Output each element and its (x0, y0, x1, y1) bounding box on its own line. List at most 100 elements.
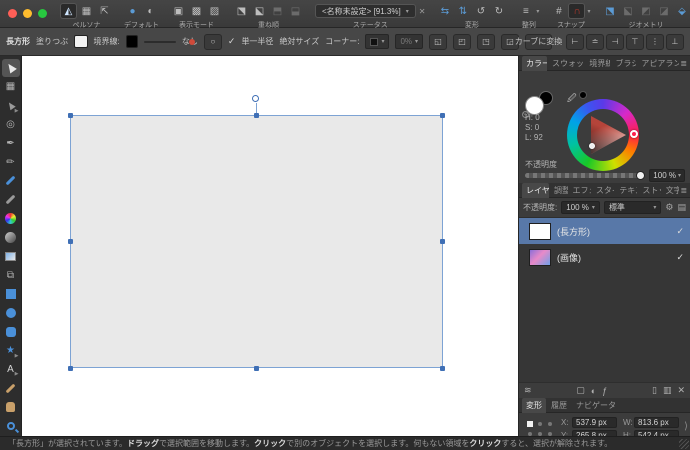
star-tool[interactable]: ★ ▶ (2, 342, 20, 360)
corner-type-dropdown[interactable]: ▾ (365, 34, 390, 49)
rotation-handle[interactable] (252, 95, 259, 102)
vector-crop-tool[interactable]: ⧉ (2, 266, 20, 284)
rotate-ccw-icon[interactable]: ↺ (473, 4, 488, 18)
document-canvas[interactable] (22, 56, 518, 436)
move-forward-icon[interactable]: ⬔ (234, 4, 249, 18)
designer-persona-icon[interactable]: ◭ (61, 4, 76, 18)
tab-character[interactable]: 文字 (662, 183, 680, 198)
align-options-icon[interactable]: ≡ (518, 4, 533, 18)
tab-color[interactable]: カラー (522, 55, 548, 71)
shade-marker[interactable] (589, 143, 595, 149)
document-title-dropdown[interactable]: <名称未設定> [91.3%] ▾ (315, 4, 416, 18)
layer-effects-icon[interactable]: ƒ (602, 386, 607, 396)
absolute-size-checkbox[interactable]: 絶対サイズ (279, 36, 319, 47)
stroke-color-swatch[interactable] (125, 35, 138, 48)
export-persona-icon[interactable]: ⇱ (97, 4, 112, 18)
artboard-tool[interactable]: ▦ (2, 78, 20, 96)
edit-all-layers-icon[interactable]: ≋ (524, 385, 532, 396)
layers-opacity-dropdown[interactable]: 100 % ▾ (561, 201, 600, 214)
pencil-tool[interactable]: ✏ (2, 153, 20, 171)
layer-row-rectangle[interactable]: (長方形) ✓ (519, 218, 690, 244)
tab-navigator[interactable]: ナビゲータ (572, 398, 620, 413)
slider-handle[interactable] (188, 38, 195, 45)
fill-gradient-tool[interactable] (2, 210, 20, 228)
mask-layer-icon[interactable]: ▢ (576, 385, 585, 396)
convert-to-curves-button[interactable]: カーブに変換 (515, 33, 562, 50)
rounded-rectangle-tool[interactable] (2, 323, 20, 341)
align-center-h-icon[interactable]: ≐ (586, 33, 604, 50)
picked-color-swatch[interactable] (579, 91, 587, 99)
hue-marker[interactable] (630, 130, 638, 138)
layer-visibility-check-icon[interactable]: ✓ (676, 226, 684, 237)
paint-brush-tool[interactable] (2, 191, 20, 209)
close-window-button[interactable] (8, 9, 17, 18)
node-tool[interactable]: ▶ (2, 97, 20, 115)
tab-transform[interactable]: 変形 (522, 397, 546, 413)
pen-tool[interactable]: ✒ (2, 134, 20, 152)
rotate-cw-icon[interactable]: ↻ (491, 4, 506, 18)
tab-text-styles[interactable]: テキス (615, 183, 637, 198)
minimize-window-button[interactable] (23, 9, 32, 18)
flip-horizontal-icon[interactable]: ⇆ (437, 4, 452, 18)
flip-vertical-icon[interactable]: ⇅ (455, 4, 470, 18)
add-layer-icon[interactable]: ▯ (652, 385, 657, 396)
align-left-icon[interactable]: ⊢ (566, 33, 584, 50)
stroke-width-slider[interactable] (143, 38, 195, 45)
ellipse-tool[interactable] (2, 304, 20, 322)
eyedropper-icon[interactable]: 🖉 (567, 91, 577, 107)
close-document-icon[interactable]: ✕ (419, 7, 426, 16)
color-wheel[interactable] (567, 99, 639, 171)
corner-percent-dropdown[interactable]: 0% ▾ (395, 34, 424, 49)
revert-defaults-icon[interactable]: ◐ (143, 4, 158, 18)
width-field[interactable]: 813.6 px (634, 417, 679, 428)
align-right-icon[interactable]: ⊣ (606, 33, 624, 50)
blend-range-icon[interactable]: ▤ (677, 202, 686, 213)
layer-visibility-check-icon[interactable]: ✓ (676, 252, 684, 263)
snapping-magnet-icon[interactable]: ∩ (569, 4, 585, 18)
view-hand-tool[interactable] (2, 398, 20, 416)
selection-handle-mid-right[interactable] (440, 239, 445, 244)
tab-brushes[interactable]: ブラシ (611, 56, 636, 71)
synchronize-defaults-icon[interactable]: ● (125, 4, 140, 18)
selection-handle-top-left[interactable] (68, 113, 73, 118)
selection-handle-bottom-left[interactable] (68, 366, 73, 371)
transparency-tool[interactable] (2, 229, 20, 247)
selection-handle-top-center[interactable] (254, 113, 259, 118)
blend-mode-dropdown[interactable]: 標準 ▾ (603, 201, 662, 214)
tab-adjustments[interactable]: 調整 (550, 183, 568, 198)
point-transform-tool[interactable]: ◎ (2, 116, 20, 134)
fill-color-swatch[interactable] (74, 35, 88, 48)
x-field[interactable]: 537.9 px (572, 417, 617, 428)
align-bottom-icon[interactable]: ⊥ (666, 33, 684, 50)
window-resize-grip[interactable] (679, 439, 689, 449)
single-radius-checkbox[interactable]: 単一半径 (241, 36, 273, 47)
zoom-window-button[interactable] (38, 9, 47, 18)
selection-handle-mid-left[interactable] (68, 239, 73, 244)
snap-grid-icon[interactable]: # (551, 4, 566, 18)
tab-effects[interactable]: エフェ (569, 183, 591, 198)
vector-view-icon[interactable]: ▣ (171, 4, 186, 18)
tab-stock[interactable]: ストッ (638, 183, 660, 198)
tab-styles[interactable]: スタイ (592, 183, 614, 198)
adjustment-layer-icon[interactable]: ◐ (591, 386, 596, 396)
tab-layers[interactable]: レイヤー (522, 182, 549, 198)
opacity-knob[interactable] (636, 171, 646, 180)
selection-handle-bottom-center[interactable] (254, 366, 259, 371)
vector-brush-tool[interactable] (2, 172, 20, 190)
pixel-view-icon[interactable]: ▩ (189, 4, 204, 18)
tab-appearance[interactable]: アピアランス (637, 56, 679, 71)
delete-layer-icon[interactable]: ✕ (677, 385, 685, 396)
tab-stroke[interactable]: 境界線 (585, 56, 610, 71)
opacity-value-dropdown[interactable]: 100 % ▾ (649, 169, 685, 182)
color-picker-tool[interactable] (2, 379, 20, 397)
selected-rectangle-object[interactable] (70, 115, 443, 368)
panel-menu-icon[interactable]: ≣ (680, 186, 687, 195)
retina-view-icon[interactable]: ▨ (207, 4, 222, 18)
link-dimensions-icon[interactable]: ⟩ (684, 421, 688, 432)
opacity-slider[interactable] (525, 171, 646, 180)
corner-tool-2-button[interactable]: ◰ (453, 33, 472, 50)
text-tool[interactable]: A ▶ (2, 361, 20, 379)
add-group-icon[interactable]: ▥ (663, 385, 672, 396)
align-middle-v-icon[interactable]: ⋮ (646, 33, 664, 50)
pixel-persona-icon[interactable]: ▦ (79, 4, 94, 18)
